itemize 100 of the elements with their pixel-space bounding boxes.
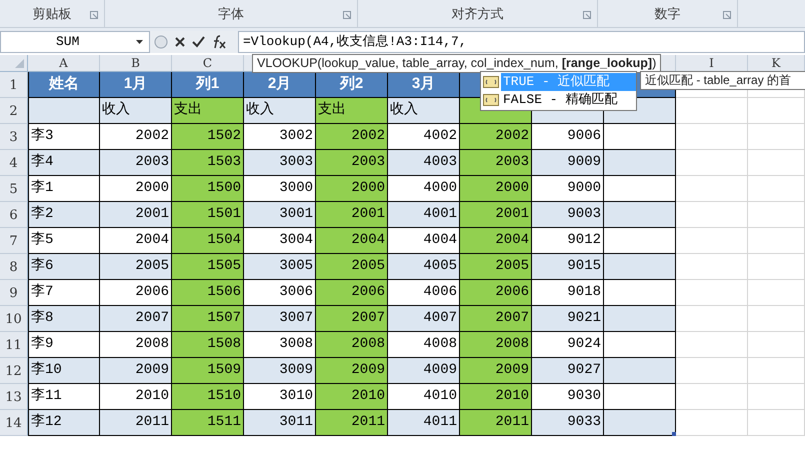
- function-argument-icon: [483, 76, 499, 88]
- name-box[interactable]: SUM: [0, 31, 150, 53]
- table-cell: 9006: [532, 124, 604, 150]
- dropdown-arrow-icon[interactable]: [136, 40, 143, 44]
- table-cell: 2007: [460, 306, 532, 332]
- table-cell: 2010: [316, 384, 388, 410]
- table-cell: 9021: [532, 306, 604, 332]
- column-header[interactable]: A: [28, 55, 100, 71]
- header-cell: 列1: [172, 72, 244, 98]
- dialog-launcher-icon[interactable]: [90, 11, 98, 19]
- table-cell: 4004: [388, 228, 460, 254]
- header-cell: 3月: [388, 72, 460, 98]
- row-header[interactable]: 9: [0, 280, 28, 306]
- row-header[interactable]: 2: [0, 98, 28, 124]
- table-cell: 2005: [316, 254, 388, 280]
- dialog-launcher-icon[interactable]: [723, 11, 731, 19]
- table-cell: 2001: [316, 202, 388, 228]
- row-header[interactable]: 11: [0, 332, 28, 358]
- empty-cell: [748, 358, 805, 384]
- table-cell: 2002: [316, 124, 388, 150]
- table-cell: 李10: [28, 358, 100, 384]
- table-cell: 3001: [244, 202, 316, 228]
- table-cell: 3004: [244, 228, 316, 254]
- table-cell: 9015: [532, 254, 604, 280]
- table-cell: 9030: [532, 384, 604, 410]
- column-header[interactable]: C: [172, 55, 244, 71]
- row-header[interactable]: 7: [0, 228, 28, 254]
- table-cell: 2005: [100, 254, 172, 280]
- enter-icon[interactable]: [192, 36, 205, 48]
- row-header[interactable]: 3: [0, 124, 28, 150]
- table-cell: 2004: [316, 228, 388, 254]
- table-cell: 9018: [532, 280, 604, 306]
- table-cell: 2000: [460, 176, 532, 202]
- empty-cell: [748, 254, 805, 280]
- function-icon[interactable]: [211, 35, 227, 49]
- row-header[interactable]: 12: [0, 358, 28, 384]
- row-header[interactable]: 1: [0, 72, 28, 98]
- table-cell: 4010: [388, 384, 460, 410]
- table-cell: 4011: [388, 410, 460, 436]
- table-cell: 1501: [172, 202, 244, 228]
- empty-cell: [748, 410, 805, 436]
- empty-cell: [748, 280, 805, 306]
- table-cell: 1504: [172, 228, 244, 254]
- column-header[interactable]: B: [100, 55, 172, 71]
- table-cell: 3005: [244, 254, 316, 280]
- table-cell: 2004: [460, 228, 532, 254]
- table-cell: 3006: [244, 280, 316, 306]
- autocomplete-item[interactable]: FALSE - 精确匹配: [501, 91, 636, 109]
- table-cell: 1500: [172, 176, 244, 202]
- row-header[interactable]: 6: [0, 202, 28, 228]
- table-cell: 4008: [388, 332, 460, 358]
- table-cell: 2007: [316, 306, 388, 332]
- table-cell: 2003: [316, 150, 388, 176]
- empty-cell: [748, 98, 805, 124]
- option-tooltip: 近似匹配 - table_array 的首: [640, 71, 805, 90]
- row-header[interactable]: 10: [0, 306, 28, 332]
- function-argument-icon: [483, 94, 499, 106]
- table-cell: 收入: [388, 98, 460, 124]
- row-header[interactable]: 5: [0, 176, 28, 202]
- table-cell: 2002: [460, 124, 532, 150]
- formula-field[interactable]: =Vlookup(A4,收支信息!A3:I14,7,: [238, 31, 805, 53]
- header-cell: 1月: [100, 72, 172, 98]
- table-cell: 李8: [28, 306, 100, 332]
- splitter-icon[interactable]: [154, 35, 168, 49]
- empty-cell: [748, 306, 805, 332]
- table-cell: 1510: [172, 384, 244, 410]
- empty-cell: [748, 384, 805, 410]
- table-cell: 9024: [532, 332, 604, 358]
- table-cell: 2007: [100, 306, 172, 332]
- row-header[interactable]: 8: [0, 254, 28, 280]
- table-cell: 2011: [316, 410, 388, 436]
- table-cell: 李7: [28, 280, 100, 306]
- empty-cell: [748, 124, 805, 150]
- table-cell: 李5: [28, 228, 100, 254]
- table-cell: 2001: [100, 202, 172, 228]
- table-cell: 李4: [28, 150, 100, 176]
- table-cell: 2004: [100, 228, 172, 254]
- table-cell: 3008: [244, 332, 316, 358]
- cancel-icon[interactable]: [174, 36, 186, 48]
- resize-handle[interactable]: [672, 432, 676, 436]
- row-header[interactable]: 13: [0, 384, 28, 410]
- row-header[interactable]: 4: [0, 150, 28, 176]
- dialog-launcher-icon[interactable]: [343, 11, 351, 19]
- table-cell: 李12: [28, 410, 100, 436]
- table-cell: 2011: [460, 410, 532, 436]
- empty-cell: [748, 150, 805, 176]
- triangle-icon: [15, 59, 24, 68]
- table-cell: 2008: [316, 332, 388, 358]
- table-cell: 李1: [28, 176, 100, 202]
- table-cell: 4001: [388, 202, 460, 228]
- row-header[interactable]: 14: [0, 410, 28, 436]
- table-cell: 4005: [388, 254, 460, 280]
- table-cell: 4000: [388, 176, 460, 202]
- dialog-launcher-icon[interactable]: [583, 11, 591, 19]
- table-cell: 收入: [244, 98, 316, 124]
- empty-cell: [748, 332, 805, 358]
- header-cell: 姓名: [28, 72, 100, 98]
- table-cell: 2010: [460, 384, 532, 410]
- table-cell: 9003: [532, 202, 604, 228]
- ribbon-group-label: 数字: [654, 4, 680, 23]
